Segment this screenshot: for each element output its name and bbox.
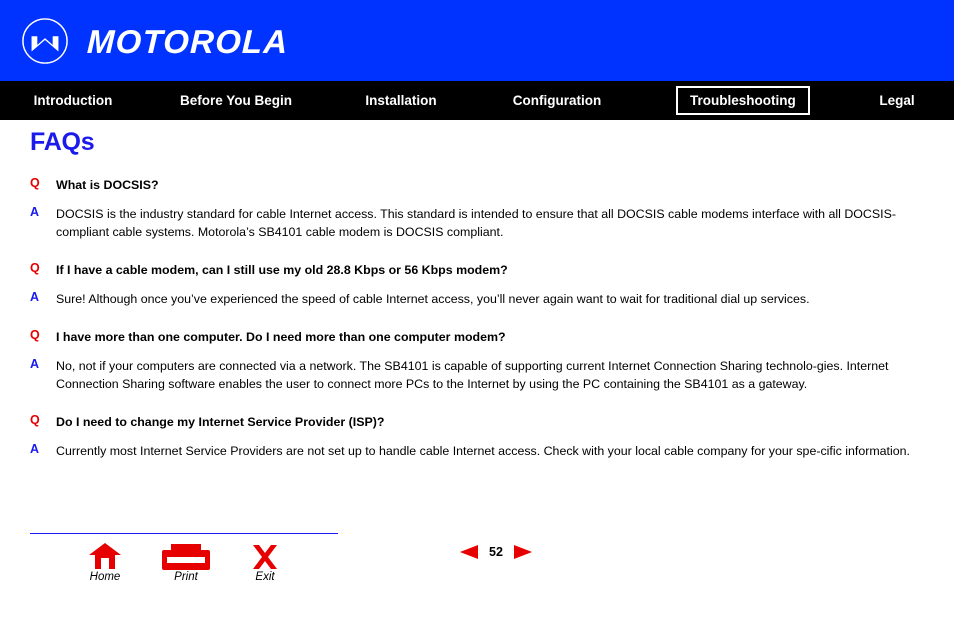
exit-button[interactable]: Exit <box>230 540 300 584</box>
faq-question-text: If I have a cable modem, can I still use… <box>56 263 508 277</box>
faq-answer-row: A Currently most Internet Service Provid… <box>0 442 954 460</box>
faq-item: Q I have more than one computer. Do I ne… <box>0 328 954 393</box>
question-marker: Q <box>30 413 40 427</box>
faq-answer-row: A Sure! Although once you’ve experienced… <box>0 290 954 308</box>
header-banner: MOTOROLA <box>0 0 954 81</box>
nav-item-introduction[interactable]: Introduction <box>0 81 146 120</box>
question-marker: Q <box>30 261 40 275</box>
answer-marker: A <box>30 290 40 304</box>
answer-marker: A <box>30 205 40 219</box>
faq-answer-row: A DOCSIS is the industry standard for ca… <box>0 205 954 241</box>
faq-answer-text: Currently most Internet Service Provider… <box>56 444 910 458</box>
exit-button-label: Exit <box>255 571 275 583</box>
page-title: FAQs <box>30 128 95 156</box>
home-button-label: Home <box>89 571 121 583</box>
faq-question-text: I have more than one computer. Do I need… <box>56 330 506 344</box>
motorola-batwing-logo-icon <box>22 18 68 64</box>
footer-divider <box>30 533 338 534</box>
home-button[interactable]: Home <box>70 540 140 584</box>
main-navigation: Introduction Before You Begin Installati… <box>0 81 954 120</box>
question-marker: Q <box>30 328 40 342</box>
triangle-right-icon[interactable] <box>513 545 532 559</box>
brand-logo: MOTOROLA <box>21 17 290 65</box>
question-marker: Q <box>30 176 40 190</box>
page-navigation: 52 <box>460 542 532 562</box>
faq-question-row: Q What is DOCSIS? <box>0 176 954 194</box>
faq-item: Q What is DOCSIS? A DOCSIS is the indust… <box>0 176 954 241</box>
page-number: 52 <box>489 545 503 559</box>
triangle-left-icon[interactable] <box>460 545 479 559</box>
faq-question-row: Q I have more than one computer. Do I ne… <box>0 328 954 346</box>
faq-answer-text: No, not if your computers are connected … <box>56 359 889 391</box>
faq-question-row: Q If I have a cable modem, can I still u… <box>0 261 954 279</box>
home-icon <box>70 540 140 570</box>
nav-item-configuration[interactable]: Configuration <box>476 81 638 120</box>
answer-marker: A <box>30 442 40 456</box>
nav-item-installation[interactable]: Installation <box>326 81 476 120</box>
faq-question-row: Q Do I need to change my Internet Servic… <box>0 413 954 431</box>
nav-item-before-you-begin[interactable]: Before You Begin <box>146 81 326 120</box>
faq-answer-text: DOCSIS is the industry standard for cabl… <box>56 207 896 239</box>
faq-list: Q What is DOCSIS? A DOCSIS is the indust… <box>0 176 954 472</box>
printer-icon <box>151 540 221 570</box>
faq-item: Q If I have a cable modem, can I still u… <box>0 261 954 308</box>
print-button-label: Print <box>174 571 198 583</box>
brand-wordmark: MOTOROLA <box>86 22 290 60</box>
print-button[interactable]: Print <box>151 540 221 584</box>
nav-item-troubleshooting[interactable]: Troubleshooting <box>676 86 810 115</box>
faq-question-text: What is DOCSIS? <box>56 178 159 192</box>
nav-item-legal[interactable]: Legal <box>840 81 954 120</box>
footer-button-bar: Home Print Exit <box>30 540 340 590</box>
faq-answer-text: Sure! Although once you’ve experienced t… <box>56 292 810 306</box>
faq-answer-row: A No, not if your computers are connecte… <box>0 357 954 393</box>
faq-question-text: Do I need to change my Internet Service … <box>56 415 385 429</box>
faq-item: Q Do I need to change my Internet Servic… <box>0 413 954 460</box>
answer-marker: A <box>30 357 40 371</box>
close-x-icon <box>230 540 300 570</box>
